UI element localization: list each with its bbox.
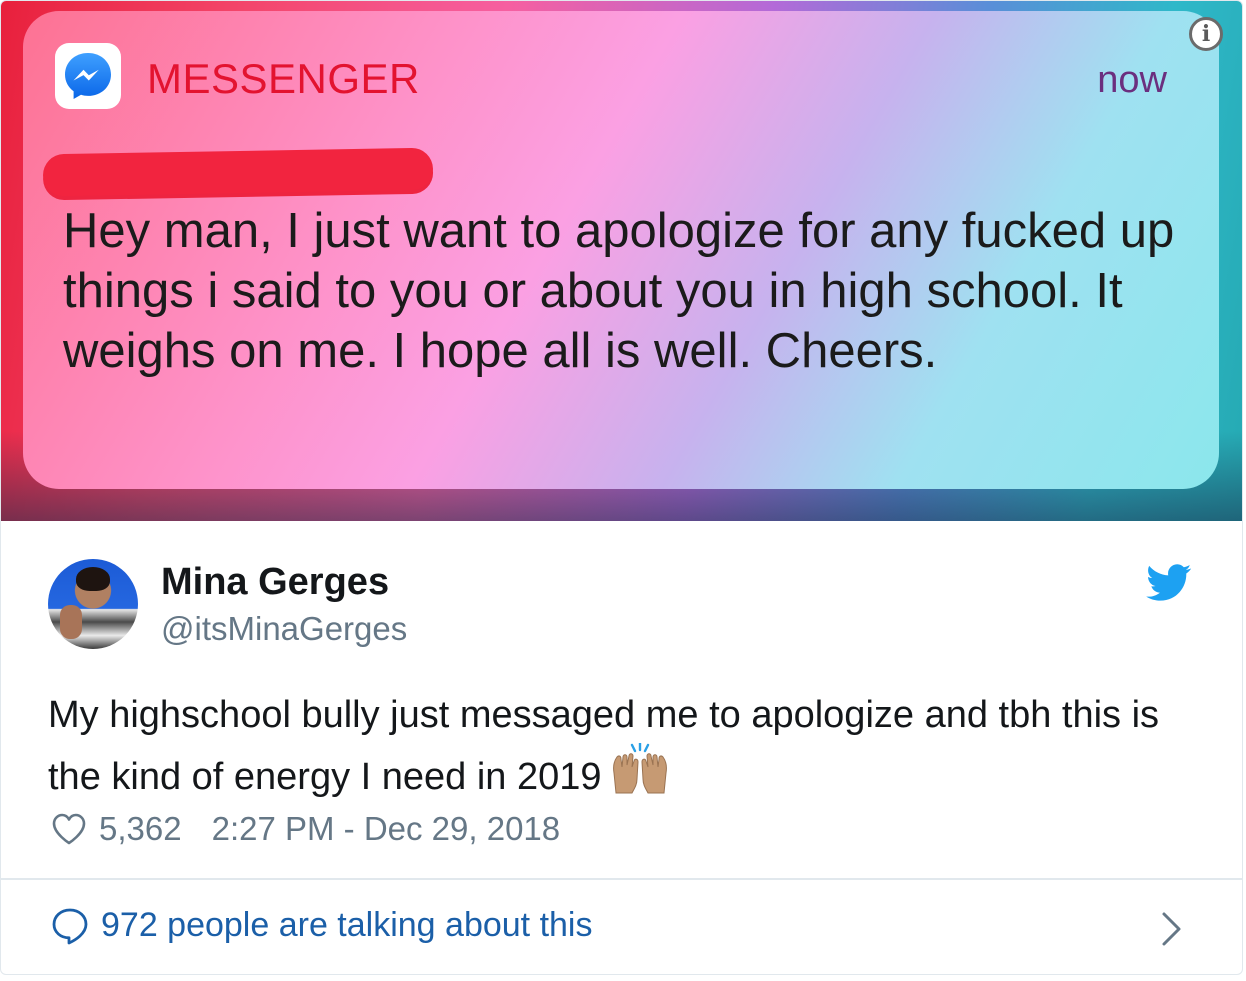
tweet-body: My highschool bully just messaged me to … — [48, 694, 1160, 798]
twitter-icon[interactable] — [1146, 564, 1192, 602]
tweet-meta: 5,362 2:27 PM - Dec 29, 2018 — [51, 809, 560, 849]
conversation-link[interactable]: 972 people are talking about this — [51, 906, 592, 945]
embedded-screenshot[interactable]: MESSENGER now Hey man, I just want to ap… — [1, 1, 1242, 521]
like-count[interactable]: 5,362 — [99, 810, 182, 848]
messenger-icon — [55, 43, 121, 109]
heart-icon[interactable] — [51, 812, 87, 846]
app-name: MESSENGER — [147, 55, 420, 102]
redaction-scribble — [42, 147, 434, 197]
author-handle[interactable]: @itsMinaGerges — [161, 610, 407, 648]
divider — [1, 878, 1242, 880]
tweet-card: MESSENGER now Hey man, I just want to ap… — [0, 0, 1243, 975]
notification-time: now — [1097, 59, 1167, 101]
tweet-text: My highschool bully just messaged me to … — [48, 687, 1208, 805]
messenger-notification: MESSENGER now Hey man, I just want to ap… — [23, 11, 1219, 489]
conversation-count: 972 people are talking about this — [101, 906, 593, 944]
speech-bubble-icon — [52, 908, 88, 944]
notification-message: Hey man, I just want to apologize for an… — [63, 204, 1175, 378]
raising-hands-emoji — [612, 743, 667, 794]
author-name[interactable]: Mina Gerges — [161, 561, 389, 604]
avatar[interactable] — [48, 559, 138, 649]
info-icon[interactable]: i — [1189, 17, 1223, 51]
tweet-timestamp[interactable]: 2:27 PM - Dec 29, 2018 — [212, 810, 561, 848]
chevron-right-icon[interactable] — [1159, 909, 1185, 949]
